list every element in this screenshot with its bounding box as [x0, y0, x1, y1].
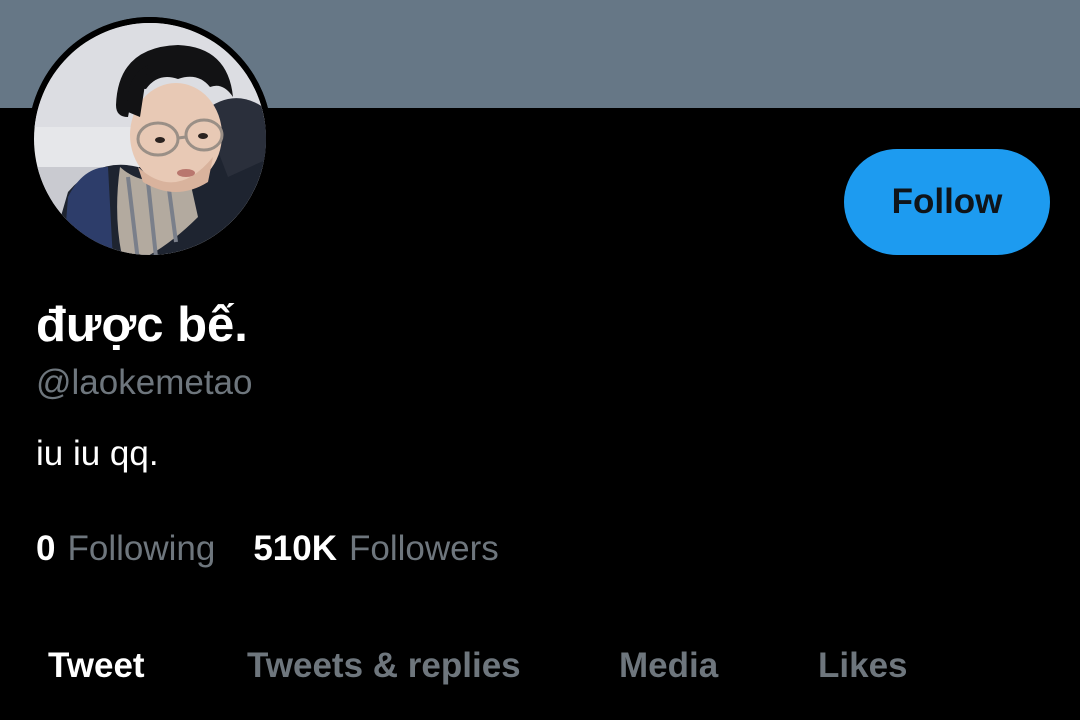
following-count: 0 — [36, 529, 56, 568]
followers-label: Followers — [349, 529, 499, 568]
following-link[interactable]: 0 Following — [36, 528, 215, 570]
profile-bio: iu iu qq. — [36, 434, 159, 473]
avatar-photo — [28, 17, 272, 261]
follow-button[interactable]: Follow — [844, 149, 1050, 255]
followers-count: 510K — [253, 529, 337, 568]
followers-link[interactable]: 510K Followers — [253, 528, 498, 570]
following-label: Following — [67, 529, 216, 568]
tab-media[interactable]: Media — [619, 640, 718, 692]
profile-stats: 0 Following 510K Followers — [36, 528, 499, 570]
avatar[interactable] — [28, 17, 272, 261]
profile-page: Follow được bế. @laokemetao iu iu qq. 0 … — [0, 0, 1080, 720]
display-name: được bế. — [36, 298, 248, 352]
username-handle: @laokemetao — [36, 363, 253, 402]
profile-tabs: Tweet Tweets & replies Media Likes — [0, 640, 1080, 692]
tab-tweets-and-replies[interactable]: Tweets & replies — [247, 640, 521, 692]
tab-tweet[interactable]: Tweet — [48, 640, 145, 692]
tab-likes[interactable]: Likes — [818, 640, 908, 692]
